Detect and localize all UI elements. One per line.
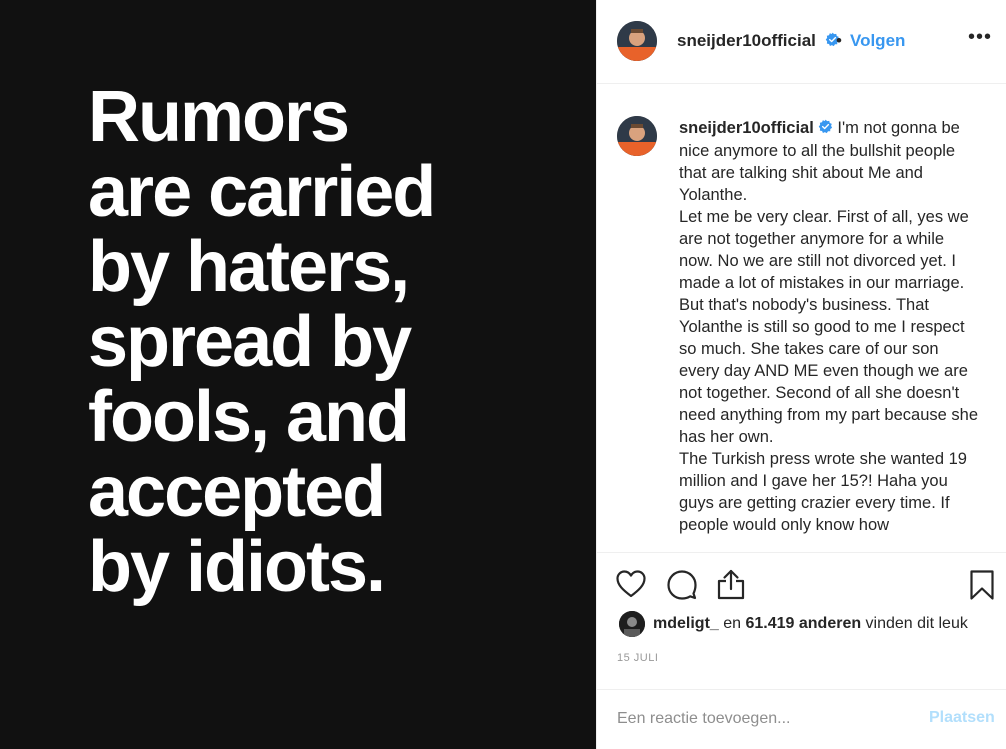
author-avatar[interactable] <box>617 21 657 61</box>
actions-bar: mdeligt_ en 61.419 anderen vinden dit le… <box>597 552 1006 689</box>
post-sidebar: sneijder10official • Volgen ••• sneijder… <box>596 0 1006 749</box>
header-separator: • <box>836 31 842 50</box>
heart-icon[interactable] <box>615 569 647 604</box>
more-options-icon[interactable]: ••• <box>968 26 992 49</box>
likes-count[interactable]: 61.419 anderen <box>745 615 861 632</box>
image-quote-line: spread by <box>88 302 412 382</box>
comment-icon[interactable] <box>666 569 698 606</box>
image-quote: Rumors are carried by haters, spread by … <box>88 80 588 605</box>
liker-username[interactable]: mdeligt_ <box>653 615 719 632</box>
post-header: sneijder10official • Volgen ••• <box>597 0 1006 84</box>
post-image[interactable]: Rumors are carried by haters, spread by … <box>0 0 596 749</box>
share-icon[interactable] <box>716 568 746 605</box>
image-quote-line: fools, and <box>88 377 410 457</box>
liker-avatar[interactable] <box>619 611 645 637</box>
author-username-text[interactable]: sneijder10official <box>677 31 816 50</box>
instagram-post: Rumors are carried by haters, spread by … <box>0 0 1006 749</box>
caption-avatar[interactable] <box>617 116 657 156</box>
bookmark-icon[interactable] <box>969 569 995 606</box>
post-caption: sneijder10official I'm not gonna be nice… <box>679 117 979 536</box>
verified-badge-icon <box>818 118 833 140</box>
caption-text: I'm not gonna be nice anymore to all the… <box>679 119 979 534</box>
image-quote-line: are carried <box>88 152 436 232</box>
caption-username[interactable]: sneijder10official <box>679 119 814 137</box>
follow-button[interactable]: Volgen <box>850 31 905 51</box>
likes-suffix: vinden dit leuk <box>861 615 968 632</box>
comment-input[interactable] <box>617 704 917 734</box>
likes-connector: en <box>718 615 746 632</box>
comment-form: Plaatsen <box>597 689 1006 749</box>
image-quote-line: by idiots. <box>88 527 386 607</box>
image-quote-line: accepted <box>88 452 386 532</box>
image-quote-line: Rumors <box>88 77 350 157</box>
likes-summary: mdeligt_ en 61.419 anderen vinden dit le… <box>653 615 968 633</box>
author-username[interactable]: sneijder10official <box>677 31 840 52</box>
post-date[interactable]: 15 JULI <box>617 652 658 664</box>
image-quote-line: by haters, <box>88 227 410 307</box>
comments-section[interactable]: sneijder10official I'm not gonna be nice… <box>597 84 1006 552</box>
post-comment-button[interactable]: Plaatsen <box>929 709 995 727</box>
